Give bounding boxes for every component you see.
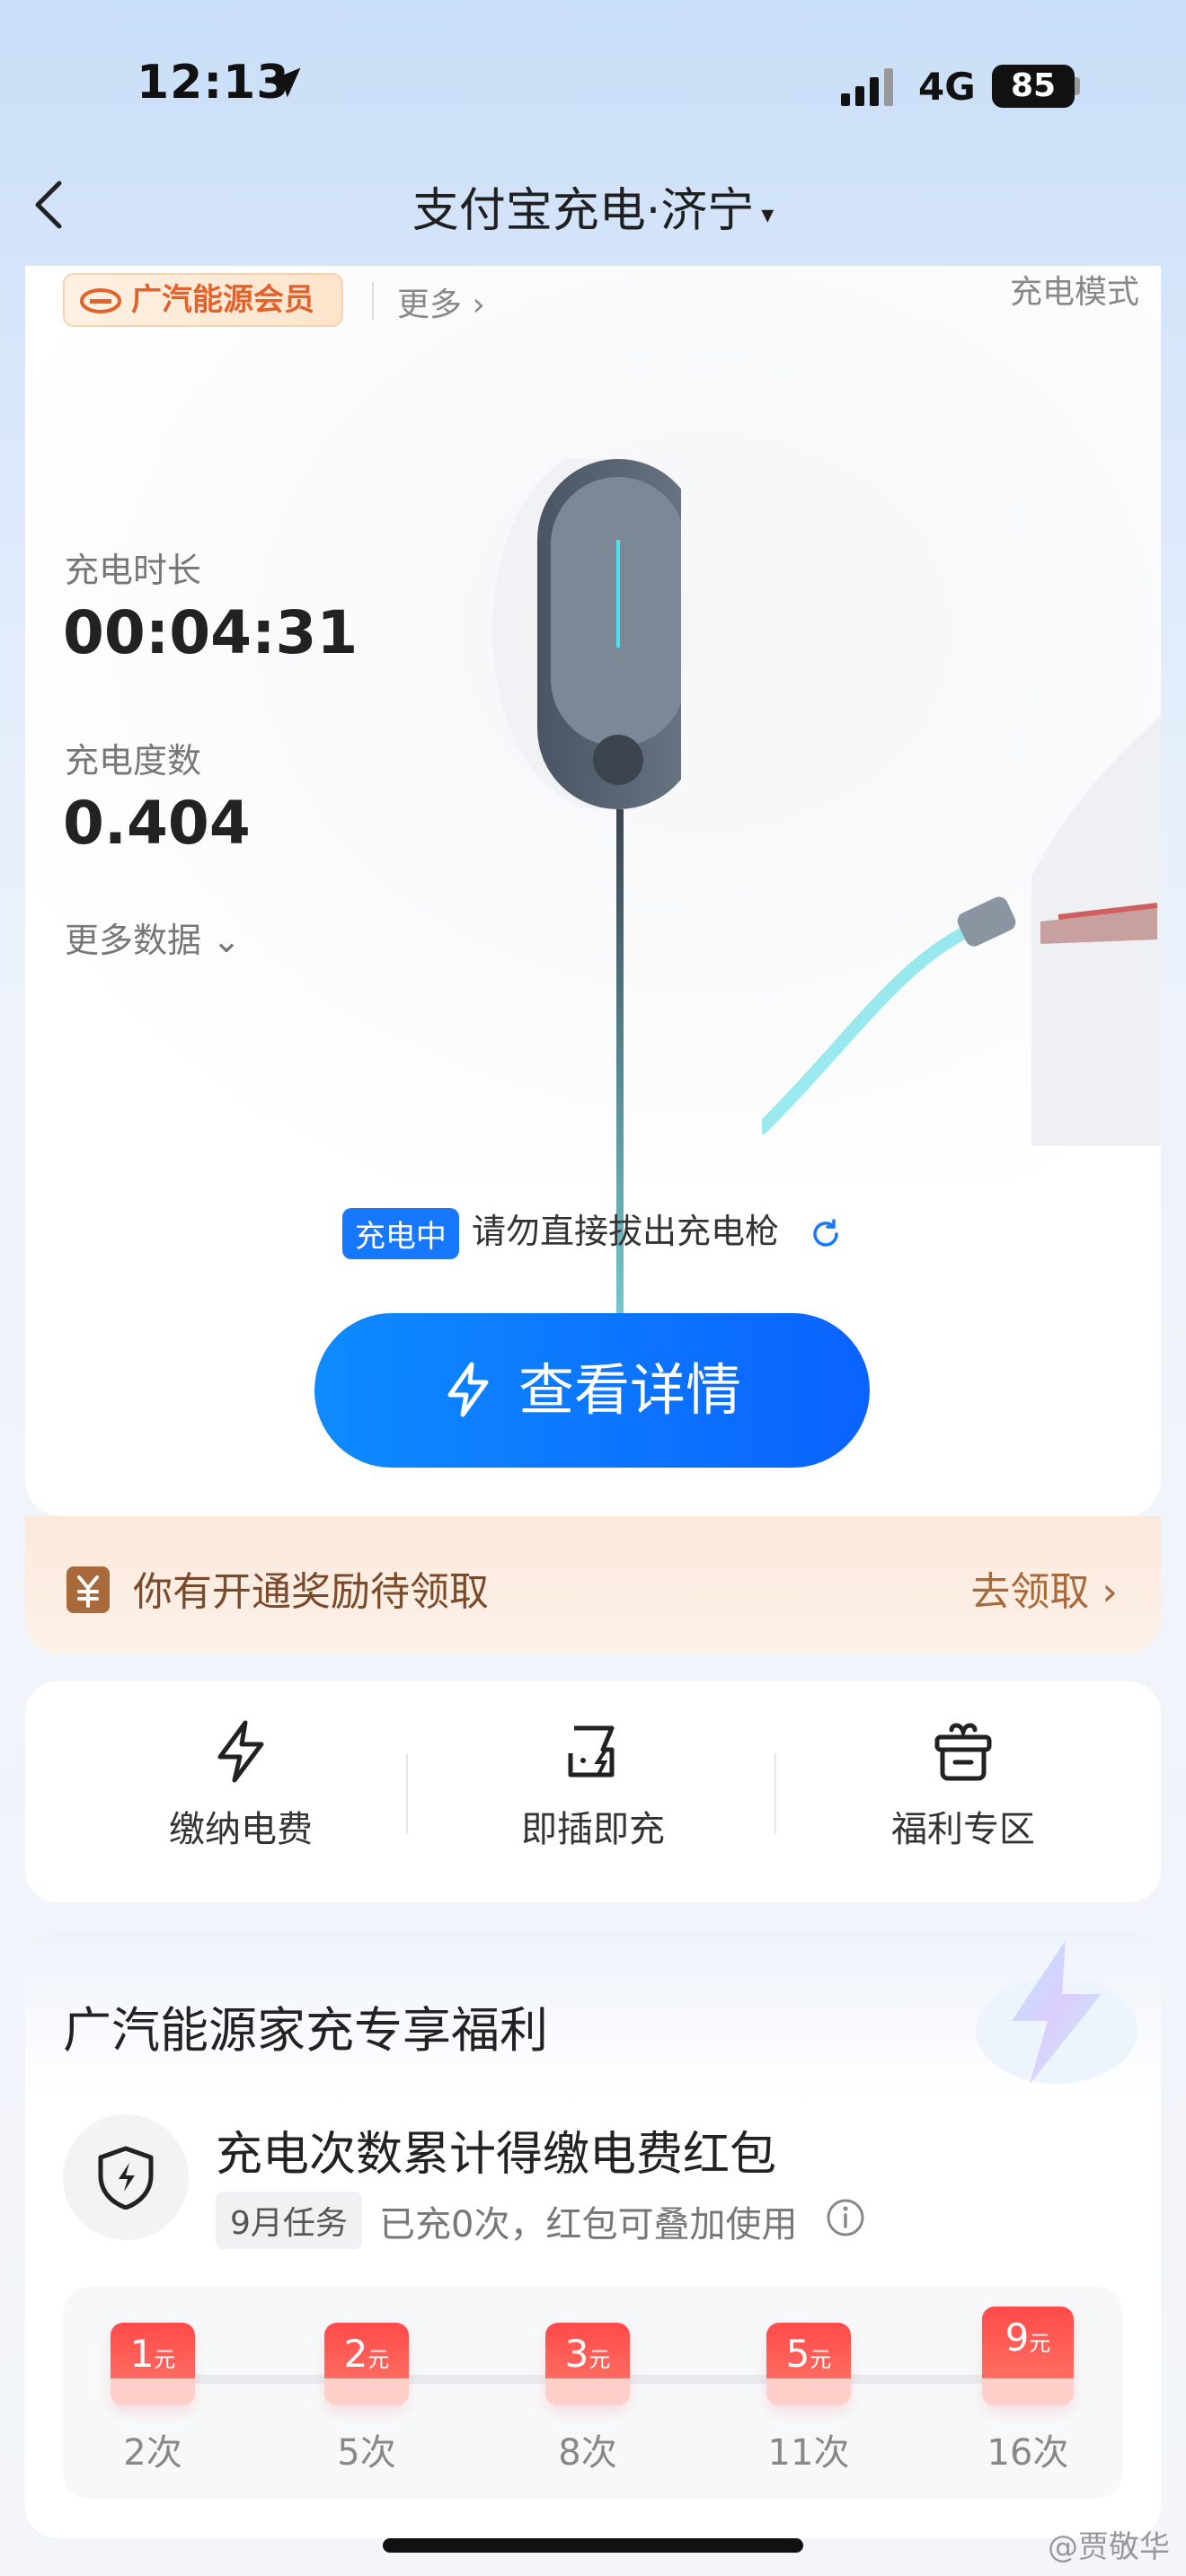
red-envelope-icon: 1元 — [111, 2323, 195, 2405]
coupon-icon — [66, 1566, 110, 1613]
task-title: 充电次数累计得缴电费红包 — [216, 2128, 777, 2182]
task-icon — [63, 2114, 189, 2240]
bolt-icon — [217, 1720, 264, 1783]
gac-logo-icon — [80, 288, 121, 313]
wall-charger-illustration — [492, 459, 681, 1411]
bolt-icon — [447, 1362, 489, 1417]
gift-basket-icon — [934, 1723, 992, 1781]
car-illustration — [762, 715, 1161, 1146]
status-bar: 12:13 4G 85 — [0, 0, 1186, 171]
energy-label: 充电度数 — [65, 741, 202, 781]
divider — [406, 1753, 408, 1834]
step-label: 8次 — [558, 2432, 617, 2474]
duration-value: 00:04:31 — [63, 598, 358, 667]
battery-level: 85 — [992, 65, 1075, 108]
shield-bolt-icon — [98, 2146, 154, 2210]
lightning-decoration-icon — [976, 1940, 1137, 2084]
more-data-toggle[interactable]: 更多数据 ⌄ — [65, 913, 241, 962]
status-badge: 充电中 — [341, 1208, 459, 1259]
quick-action-label: 福利专区 — [891, 1809, 1035, 1850]
info-icon[interactable] — [825, 2197, 866, 2238]
watermark: @贾敬华 — [1048, 2529, 1170, 2565]
benefits-card: 广汽能源家充专享福利 充电次数累计得缴电费红包 9月任务 已充0次，红包可叠加使… — [25, 1931, 1161, 2538]
task-description: 已充0次，红包可叠加使用 — [379, 2204, 798, 2245]
network-type: 4G — [918, 65, 976, 109]
quick-action-label: 缴纳电费 — [169, 1809, 313, 1850]
location-arrow-icon — [270, 67, 301, 98]
charging-mode-link[interactable]: 充电模式 — [1010, 266, 1139, 313]
quick-action-pay-electricity[interactable]: 缴纳电费 — [106, 1719, 376, 1852]
reward-unit: 元 — [367, 2347, 390, 2372]
reward-banner[interactable]: 你有开通奖励待领取 去领取 › — [25, 1516, 1161, 1654]
reward-step[interactable]: 3元 8次 — [525, 2323, 651, 2475]
benefits-title: 广汽能源家充专享福利 — [63, 2002, 548, 2059]
red-envelope-icon: 2元 — [324, 2323, 409, 2405]
reward-amount: 5 — [785, 2332, 810, 2376]
member-badge-label: 广汽能源会员 — [131, 282, 314, 318]
status-message: 请勿直接拔出充电枪 — [471, 1212, 779, 1251]
reward-step[interactable]: 1元 2次 — [90, 2323, 216, 2475]
reward-unit: 元 — [154, 2347, 176, 2372]
divider — [372, 282, 374, 320]
red-envelope-icon: 9元 — [982, 2307, 1074, 2405]
reward-unit: 元 — [1029, 2331, 1051, 2356]
view-details-button[interactable]: 查看详情 — [314, 1313, 870, 1468]
chevron-down-icon: ▾ — [761, 198, 774, 229]
reward-amount: 9 — [1005, 2316, 1030, 2360]
task-chip: 9月任务 — [216, 2192, 362, 2249]
reward-steps: 1元 2次 2元 5次 3元 8次 5元 11次 9元 16次 — [63, 2287, 1123, 2499]
quick-actions: 缴纳电费 即插即充 福利专区 — [25, 1681, 1161, 1902]
claim-reward-link[interactable]: 去领取 › — [970, 1559, 1118, 1617]
quick-action-label: 即插即充 — [521, 1809, 665, 1850]
energy-value: 0.404 — [63, 789, 251, 858]
cellular-signal-icon — [841, 68, 893, 106]
quick-action-benefits[interactable]: 福利专区 — [828, 1719, 1098, 1852]
page-title[interactable]: 支付宝充电·济宁 ▾ — [0, 172, 1186, 240]
charging-status-row: 充电中 请勿直接拔出充电枪 — [25, 1204, 1161, 1259]
home-indicator[interactable] — [383, 2538, 803, 2553]
reward-amount: 3 — [564, 2332, 589, 2376]
member-badge[interactable]: 广汽能源会员 — [63, 273, 343, 327]
step-label: 2次 — [123, 2432, 182, 2474]
divider — [774, 1753, 776, 1834]
reward-amount: 2 — [343, 2332, 368, 2376]
battery-tip — [1075, 77, 1080, 95]
reward-unit: 元 — [589, 2347, 611, 2372]
reward-step[interactable]: 2元 5次 — [304, 2323, 429, 2475]
red-envelope-icon: 3元 — [545, 2323, 630, 2405]
step-label: 11次 — [767, 2432, 850, 2474]
reward-step[interactable]: 9元 16次 — [965, 2307, 1091, 2475]
reward-unit: 元 — [810, 2347, 832, 2372]
reward-amount: 1 — [129, 2332, 155, 2376]
red-envelope-icon: 5元 — [766, 2323, 851, 2405]
refresh-icon[interactable] — [808, 1216, 844, 1252]
step-label: 16次 — [987, 2432, 1069, 2474]
view-details-label: 查看详情 — [518, 1357, 741, 1423]
reward-text: 你有开通奖励待领取 — [133, 1569, 489, 1615]
reward-step[interactable]: 5元 11次 — [746, 2323, 872, 2475]
plug-charge-icon — [568, 1725, 615, 1778]
page-title-text: 支付宝充电·济宁 — [412, 184, 755, 238]
duration-label: 充电时长 — [65, 551, 202, 590]
step-label: 5次 — [337, 2432, 396, 2474]
quick-action-plug-and-charge[interactable]: 即插即充 — [458, 1719, 728, 1852]
more-link[interactable]: 更多 › — [397, 278, 485, 325]
charging-card: 广汽能源会员 更多 › 充电模式 充电时长 00:04:31 充电度数 0.40… — [25, 266, 1161, 1516]
